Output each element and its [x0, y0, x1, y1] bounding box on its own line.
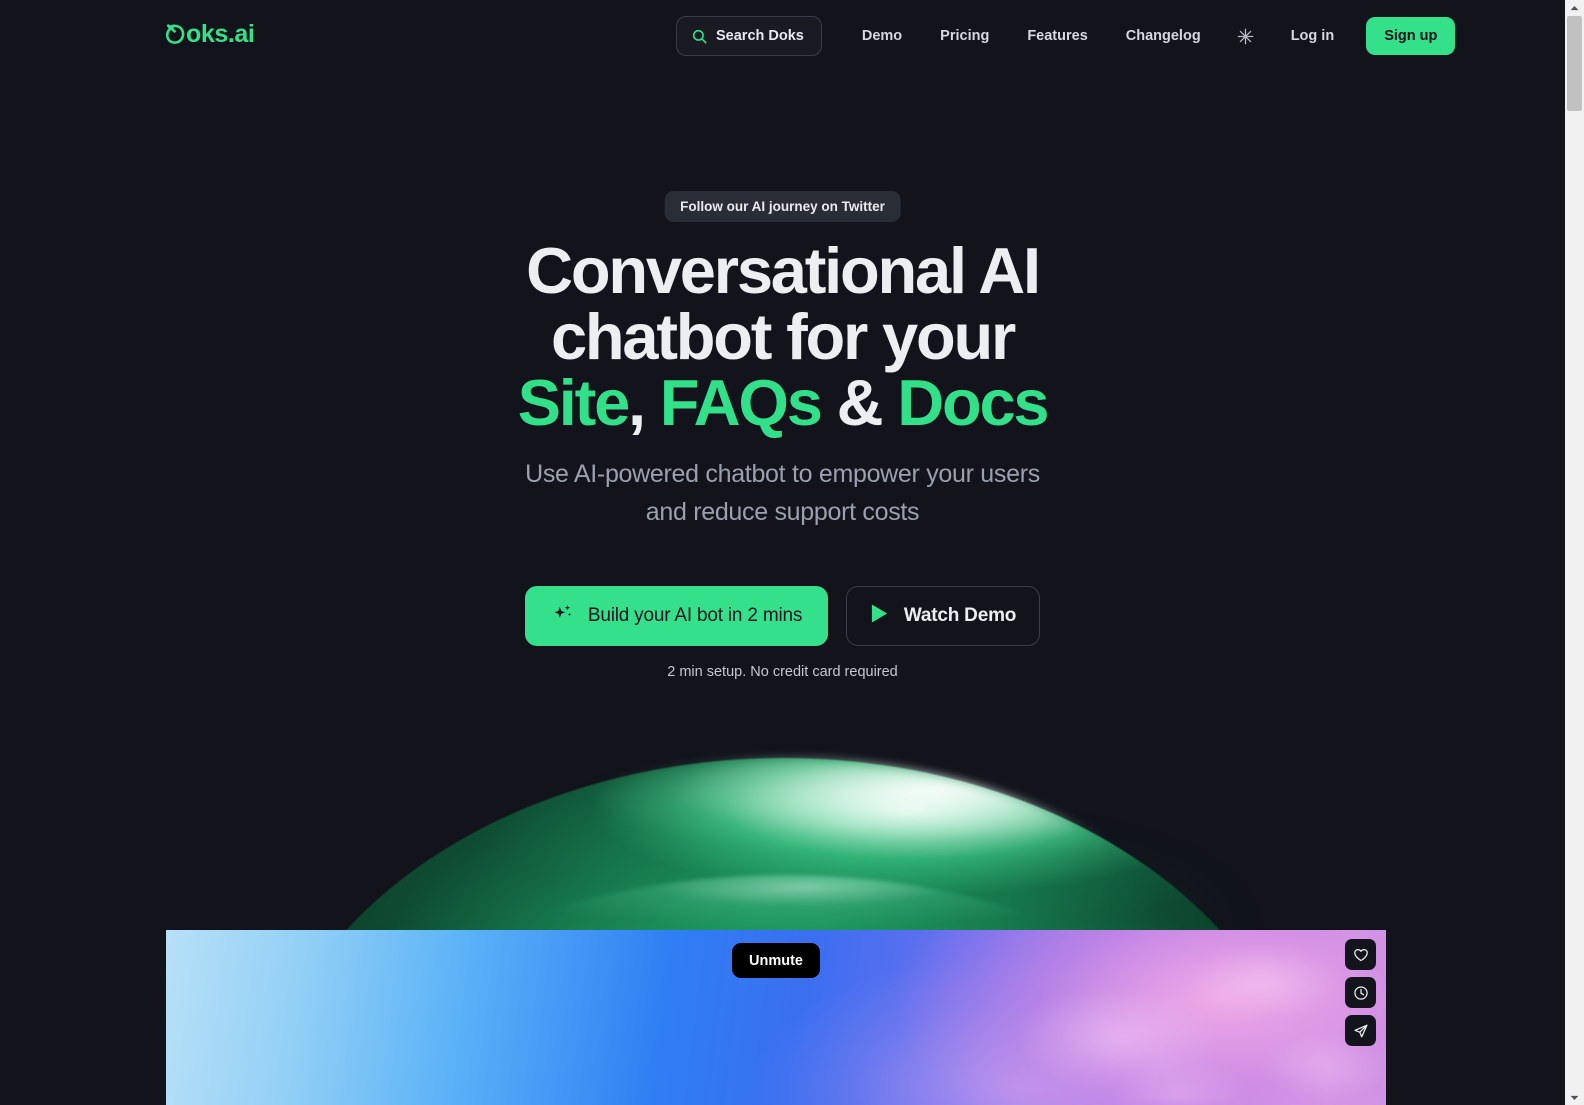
play-icon: [870, 603, 889, 630]
sparkle-star-icon[interactable]: [1226, 16, 1266, 56]
cta-note: 2 min setup. No credit card required: [667, 664, 898, 680]
nav-item-pricing[interactable]: Pricing: [921, 16, 1008, 56]
hero-subtitle-line-2: and reduce support costs: [645, 498, 920, 526]
hero-title-comma: ,: [628, 366, 646, 439]
search-button-label: Search Doks: [716, 28, 804, 44]
hero-title-line-2: chatbot for your: [550, 300, 1016, 373]
signup-button[interactable]: Sign up: [1366, 17, 1456, 55]
video-controls-group: [1345, 939, 1376, 1046]
hero-title-line-1: Conversational AI: [526, 234, 1041, 307]
watch-later-clock-icon[interactable]: [1345, 977, 1376, 1008]
top-navigation-bar: oks.ai Search Doks Demo Pricing Features…: [0, 0, 1565, 72]
hero-title-word-docs: Docs: [897, 366, 1049, 439]
unmute-button[interactable]: Unmute: [732, 943, 820, 978]
hero-title-word-site: Site: [517, 366, 631, 439]
scroll-up-arrow-icon[interactable]: [1565, 0, 1584, 15]
hero-title-ampersand: &: [836, 366, 884, 439]
nav-item-changelog[interactable]: Changelog: [1107, 16, 1220, 56]
twitter-announcement-badge[interactable]: Follow our AI journey on Twitter: [664, 191, 901, 222]
green-dome-graphic: [0, 730, 1565, 935]
watch-demo-button-label: Watch Demo: [903, 605, 1017, 626]
hero-subtitle-line-1: Use AI-powered chatbot to empower your u…: [525, 460, 1040, 488]
search-button[interactable]: Search Doks: [676, 16, 822, 56]
search-icon: [692, 29, 707, 44]
scrollbar-thumb[interactable]: [1567, 16, 1582, 111]
like-heart-icon[interactable]: [1345, 939, 1376, 970]
hero-video-player[interactable]: Unmute: [166, 930, 1386, 1105]
site-logo[interactable]: oks.ai: [166, 20, 255, 48]
page-title: Conversational AI chatbot for your Site,…: [0, 238, 1565, 436]
watch-demo-button[interactable]: Watch Demo: [846, 586, 1040, 646]
doks-logo-mark-icon: [166, 23, 185, 46]
nav-item-login[interactable]: Log in: [1272, 16, 1354, 56]
nav-item-features[interactable]: Features: [1008, 16, 1106, 56]
hero-title-word-faqs: FAQs: [659, 366, 823, 439]
page-viewport: oks.ai Search Doks Demo Pricing Features…: [0, 0, 1565, 1105]
scroll-down-arrow-icon[interactable]: [1565, 1090, 1584, 1105]
build-bot-button[interactable]: Build your AI bot in 2 mins: [525, 586, 828, 646]
sparkles-icon: [551, 602, 574, 631]
hero-subtitle: Use AI-powered chatbot to empower your u…: [0, 455, 1565, 531]
build-bot-button-label: Build your AI bot in 2 mins: [587, 605, 803, 626]
nav-item-demo[interactable]: Demo: [843, 16, 921, 56]
share-send-icon[interactable]: [1345, 1015, 1376, 1046]
cta-button-row: Build your AI bot in 2 mins Watch Demo: [0, 586, 1565, 646]
browser-scrollbar[interactable]: [1565, 0, 1584, 1105]
site-logo-text: oks.ai: [186, 20, 255, 48]
nav-links-group: Search Doks Demo Pricing Features Change…: [676, 16, 1456, 56]
